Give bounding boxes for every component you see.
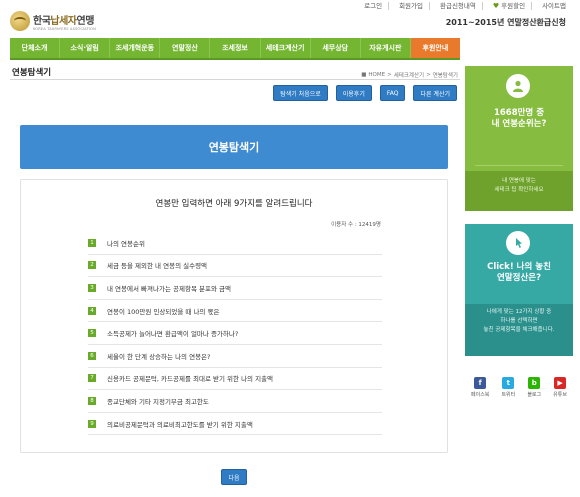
nav-item-tax-info[interactable]: 조세정보: [210, 38, 261, 58]
list-item: 6 세율이 한 단계 상승하는 나의 연봉은?: [88, 345, 382, 368]
item-number-badge: 3: [88, 283, 96, 292]
missed-settlement-headline: Click! 나의 놓친 연말정산은?: [487, 262, 551, 283]
youtube-link[interactable]: ▶ 유튜브: [553, 377, 567, 398]
list-item: 1 나의 연봉순위: [88, 232, 382, 255]
person-icon: [506, 74, 530, 98]
logo-text-ko: 한국납세자연맹: [33, 15, 94, 27]
item-number-badge: 4: [88, 306, 96, 315]
item-text: 나의 연봉순위: [107, 239, 145, 248]
utility-bar: 로그인 회원가입 환급신청내역 ♥ 후원할인 사이트맵: [358, 0, 572, 12]
item-text: 내 연봉에서 빠져나가는 공제항목 분포와 금액: [107, 284, 231, 293]
blog-icon: b: [528, 377, 541, 389]
item-text: 종교단체와 기타 지정기부금 최고한도: [107, 397, 209, 406]
list-item: 9 의료비공제문턱과 의료비최고한도를 받기 위한 지출액: [88, 413, 382, 436]
pointer-click-icon: [506, 231, 530, 255]
facebook-icon: f: [474, 377, 487, 389]
action-buttons: 탐색기 처음으로 이용후기 FAQ 다른 계산기: [273, 85, 457, 101]
salary-rank-headline: 1668만명 중내 연봉순위는?: [491, 108, 547, 129]
hero-title: 연봉탐색기: [20, 125, 448, 169]
salary-rank-banner[interactable]: 1668만명 중내 연봉순위는?: [465, 66, 573, 171]
item-text: 세금 등을 제외한 내 연봉의 실수령액: [107, 262, 208, 271]
item-text: 신용카드 공제문턱, 카드공제를 최대로 받기 위한 나의 지출액: [107, 375, 274, 384]
item-number-badge: 2: [88, 261, 96, 270]
missed-settlement-subbanner[interactable]: 나에게 맞는 12가지 상황 중 하나를 선택하면 놓친 공제항목을 체크해줍니다.: [465, 304, 573, 356]
nav-item-free-board[interactable]: 자유게시판: [361, 38, 411, 58]
nav-item-tax-reform[interactable]: 조세개혁운동: [110, 38, 161, 58]
donation-discount-label: 후원할인: [501, 2, 526, 10]
nav-item-tax-consulting[interactable]: 세무상담: [311, 38, 361, 58]
missed-settlement-subtext: 나에게 맞는 12가지 상황 중 하나를 선택하면 놓친 공제항목을 체크해줍니다.: [483, 309, 555, 333]
feature-list-title: 연봉만 입력하면 아래 9가지를 알려드립니다: [155, 199, 313, 209]
item-number-badge: 9: [88, 419, 96, 428]
site-logo[interactable]: 한국납세자연맹 KOREA TAXPAYERS ASSOCIATION: [10, 8, 105, 34]
item-number-badge: 6: [88, 351, 96, 360]
right-sidebar: 1668만명 중내 연봉순위는? 내 연봉에 맞는 세테크 팁 확인하세요 Cli…: [465, 66, 573, 398]
missed-settlement-banner[interactable]: Click! 나의 놓친 연말정산은?: [465, 224, 573, 304]
item-text: 연봉이 100만원 인상되었을 때 나의 몫은: [107, 307, 220, 316]
nav-item-tax-calculator[interactable]: 세테크계산기: [261, 38, 311, 58]
list-item: 5 소득공제가 늘어나면 환급액이 얼마나 증가하나?: [88, 322, 382, 345]
salary-rank-subtext: 내 연봉에 맞는 세테크 팁 확인하세요: [494, 178, 544, 193]
list-item: 7 신용카드 공제문턱, 카드공제를 최대로 받기 위한 나의 지출액: [88, 368, 382, 391]
sitemap-link[interactable]: 사이트맵: [536, 2, 572, 10]
item-number-badge: 5: [88, 329, 96, 338]
breadcrumb-current: 연봉탐색기: [432, 73, 458, 79]
breadcrumb-calculator[interactable]: 세테크계산기: [394, 71, 424, 79]
youtube-icon: ▶: [554, 377, 567, 389]
page-title: 연봉탐색기: [12, 68, 52, 78]
social-links: f 페이스북 t 트위터 b 블로그 ▶ 유튜브: [465, 377, 573, 398]
item-number-badge: 1: [88, 238, 96, 247]
list-item: 4 연봉이 100만원 인상되었을 때 나의 몫은: [88, 300, 382, 323]
next-button[interactable]: 다음: [221, 469, 247, 485]
item-number-badge: 7: [88, 374, 96, 383]
blog-link[interactable]: b 블로그: [527, 377, 541, 398]
list-item: 3 내 연봉에서 빠져나가는 공제항목 분포와 금액: [88, 277, 382, 300]
logo-emblem-icon: [10, 11, 30, 31]
signup-link[interactable]: 회원가입: [393, 2, 430, 10]
facebook-link[interactable]: f 페이스북: [471, 377, 489, 398]
salary-rank-subbanner[interactable]: 내 연봉에 맞는 세테크 팁 확인하세요: [465, 171, 573, 211]
user-count: 이용자 수 : 12419명: [331, 222, 381, 228]
logo-text-en: KOREA TAXPAYERS ASSOCIATION: [33, 26, 96, 31]
refund-promo-banner[interactable]: 2011~2015년 연말정산환급신청: [446, 17, 566, 28]
home-icon: ■: [361, 72, 367, 78]
faq-button[interactable]: FAQ: [379, 85, 406, 101]
nav-item-year-end-settlement[interactable]: 연말정산: [160, 38, 211, 58]
item-number-badge: 8: [88, 396, 96, 405]
refund-history-link[interactable]: 환급신청내역: [434, 2, 483, 10]
login-link[interactable]: 로그인: [358, 2, 390, 10]
item-text: 세율이 한 단계 상승하는 나의 연봉은?: [107, 352, 211, 361]
feature-list: 1 나의 연봉순위 2 세금 등을 제외한 내 연봉의 실수령액 3 내 연봉에서 빠…: [88, 232, 382, 436]
nav-item-about[interactable]: 단체소개: [10, 38, 61, 58]
twitter-link[interactable]: t 트위터: [501, 377, 515, 398]
twitter-icon: t: [502, 377, 515, 389]
breadcrumb-home[interactable]: HOME: [368, 72, 385, 78]
divider: [10, 79, 460, 80]
reviews-button[interactable]: 이용후기: [335, 85, 372, 101]
nav-item-support[interactable]: 후원안내: [410, 38, 460, 58]
item-text: 의료비공제문턱과 의료비최고한도를 받기 위한 지출액: [107, 420, 253, 429]
feature-list-box: 연봉만 입력하면 아래 9가지를 알려드립니다 이용자 수 : 12419명 1…: [20, 179, 448, 453]
main-nav: 단체소개 소식·알림 조세개혁운동 연말정산 조세정보 세테크계산기 세무상담 …: [10, 38, 460, 60]
list-item: 8 종교단체와 기타 지정기부금 최고한도: [88, 390, 382, 413]
list-item: 2 세금 등을 제외한 내 연봉의 실수령액: [88, 255, 382, 278]
other-calculators-button[interactable]: 다른 계산기: [413, 85, 457, 101]
nav-item-news[interactable]: 소식·알림: [60, 38, 111, 58]
heart-icon: ♥: [492, 2, 500, 10]
breadcrumb: ■ HOME > 세테크계산기 > 연봉탐색기: [361, 71, 458, 79]
donation-discount-link[interactable]: ♥ 후원할인: [487, 2, 533, 10]
item-text: 소득공제가 늘어나면 환급액이 얼마나 증가하나?: [107, 330, 239, 339]
restart-button[interactable]: 탐색기 처음으로: [273, 85, 328, 101]
